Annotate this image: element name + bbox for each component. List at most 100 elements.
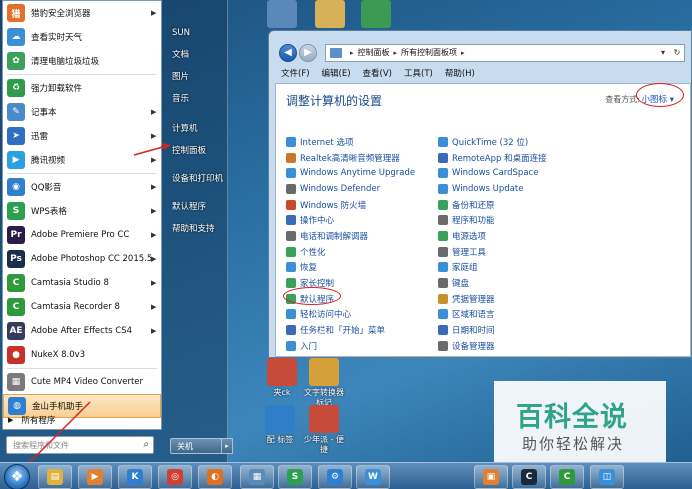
start-menu-link[interactable]: 设备和打印机: [168, 168, 226, 190]
folder-icon: [315, 0, 345, 28]
shutdown-options-icon[interactable]: ▸: [221, 438, 233, 454]
menu-edit[interactable]: 编辑(E): [322, 67, 351, 79]
start-menu-link[interactable]: 控制面板: [168, 140, 226, 162]
menu-help[interactable]: 帮助(H): [445, 67, 475, 79]
taskbar-button[interactable]: ▶: [78, 465, 112, 489]
taskbar-button[interactable]: C: [550, 465, 584, 489]
control-panel-item[interactable]: 凭据管理器: [438, 291, 547, 307]
desktop-icon[interactable]: [352, 0, 400, 30]
control-panel-item[interactable]: Windows CardSpace: [438, 165, 547, 181]
control-panel-item[interactable]: 电话和调制解调器: [286, 228, 415, 244]
taskbar: ❖ ▤ ▶ K ◎ ◐ ▦ S ⚙ W ▣ C C ◫: [0, 462, 692, 489]
taskbar-button[interactable]: ◫: [590, 465, 624, 489]
start-menu-item[interactable]: ▶ 腾讯视频 ▶: [3, 148, 161, 172]
refresh-icon[interactable]: ↻: [670, 48, 684, 57]
notepad-icon: ▦: [249, 469, 265, 485]
breadcrumb-all-items[interactable]: 所有控制面板项: [401, 47, 457, 58]
control-panel-item[interactable]: 日期和时间: [438, 322, 547, 338]
start-menu-link[interactable]: 默认程序: [168, 196, 226, 218]
control-panel-item-icon: [438, 152, 448, 163]
taskbar-button[interactable]: S: [278, 465, 312, 489]
annotation-ellipse-view-by: [636, 83, 684, 107]
start-menu-item[interactable]: C Camtasia Studio 8 ▶: [3, 271, 161, 295]
control-panel-item[interactable]: 设备管理器: [438, 338, 547, 354]
start-menu-link[interactable]: 音乐: [168, 88, 226, 110]
control-panel-item-label: Windows 防火墙: [300, 200, 367, 211]
control-panel-item[interactable]: 备份和还原: [438, 197, 547, 213]
taskbar-button[interactable]: K: [118, 465, 152, 489]
menu-tools[interactable]: 工具(T): [404, 67, 433, 79]
desktop-icon[interactable]: 少年派 - 便 捷: [300, 405, 348, 455]
control-panel-item[interactable]: Windows Anytime Upgrade: [286, 165, 415, 181]
desktop-icon[interactable]: [258, 0, 306, 30]
desktop-icon[interactable]: 夹ck: [258, 358, 306, 398]
control-panel-item[interactable]: 恢复: [286, 260, 415, 276]
taskbar-button[interactable]: ▤: [38, 465, 72, 489]
menu-bar: 文件(F) 编辑(E) 查看(V) 工具(T) 帮助(H): [269, 64, 691, 82]
control-panel-item[interactable]: 入门: [286, 338, 415, 354]
control-panel-item[interactable]: 轻松访问中心: [286, 307, 415, 323]
start-menu-item-label: NukeX 8.0v3: [31, 350, 86, 360]
start-menu-item[interactable]: ▦ Cute MP4 Video Converter: [3, 370, 161, 394]
control-panel-item[interactable]: 键盘: [438, 275, 547, 291]
control-panel-item[interactable]: RemoteApp 和桌面连接: [438, 150, 547, 166]
start-menu-item[interactable]: Ps Adobe Photoshop CC 2015.5 ▶: [3, 247, 161, 271]
after-effects-icon: AE: [7, 322, 25, 340]
control-panel-item[interactable]: 家庭组: [438, 260, 547, 276]
taskbar-button[interactable]: W: [356, 465, 390, 489]
address-dropdown-icon[interactable]: ▾: [656, 48, 670, 57]
start-menu-item[interactable]: 猎猎豹安全浏览器 ▶: [3, 1, 161, 25]
control-panel-item[interactable]: Internet 选项: [286, 134, 415, 150]
start-menu-link[interactable]: 图片: [168, 66, 226, 88]
start-menu-link[interactable]: 计算机: [168, 118, 226, 140]
address-row: ◀ ▶ ▸ 控制面板 ▸ 所有控制面板项 ▸ ▾ ↻: [269, 31, 691, 67]
start-search-input[interactable]: 搜索程序和文件 ⌕: [6, 436, 154, 454]
taskbar-button[interactable]: ◐: [198, 465, 232, 489]
start-menu-link[interactable]: 文档: [168, 44, 226, 66]
start-menu-item[interactable]: ☁ 查看实时天气: [3, 25, 161, 49]
start-menu-item[interactable]: ♻ 强力卸载软件: [3, 76, 161, 100]
menu-view[interactable]: 查看(V): [363, 67, 392, 79]
control-panel-item[interactable]: 任务栏和「开始」菜单: [286, 322, 415, 338]
control-panel-item[interactable]: Windows Update: [438, 181, 547, 197]
forward-button[interactable]: ▶: [299, 43, 317, 62]
start-menu-item[interactable]: S WPS表格 ▶: [3, 199, 161, 223]
control-panel-item[interactable]: 区域和语言: [438, 307, 547, 323]
control-panel-item[interactable]: QuickTime (32 位): [438, 134, 547, 150]
start-menu-link[interactable]: 帮助和支持: [168, 218, 226, 240]
breadcrumb-control-panel[interactable]: 控制面板: [358, 47, 390, 58]
control-panel-item[interactable]: Realtek高清晰音频管理器: [286, 150, 415, 166]
back-button[interactable]: ◀: [279, 43, 297, 62]
start-menu-item[interactable]: ✿ 清理电脑垃圾垃圾: [3, 49, 161, 73]
start-menu-item[interactable]: AE Adobe After Effects CS4 ▶: [3, 319, 161, 343]
control-panel-item[interactable]: 电源选项: [438, 228, 547, 244]
start-button[interactable]: ❖: [4, 464, 30, 489]
taskbar-button[interactable]: C: [512, 465, 546, 489]
start-menu-item[interactable]: ◉ QQ影音 ▶: [3, 175, 161, 199]
shutdown-button[interactable]: 关机 ▸: [170, 438, 233, 454]
desktop-icon[interactable]: 配 标签: [256, 405, 304, 445]
control-panel-item[interactable]: 个性化: [286, 244, 415, 260]
start-menu-item[interactable]: ✎ 记事本 ▶: [3, 100, 161, 124]
all-programs-button[interactable]: ▶ 所有程序: [2, 411, 160, 429]
start-menu-item[interactable]: ➤ 迅雷 ▶: [3, 124, 161, 148]
desktop-icon[interactable]: 文字转换器 标记: [300, 358, 348, 408]
taskbar-button[interactable]: ⚙: [318, 465, 352, 489]
control-panel-item[interactable]: Windows Defender: [286, 181, 415, 197]
start-menu-item[interactable]: ● NukeX 8.0v3: [3, 343, 161, 367]
control-panel-item[interactable]: 程序和功能: [438, 212, 547, 228]
control-panel-item[interactable]: 管理工具: [438, 244, 547, 260]
taskbar-button[interactable]: ▣: [474, 465, 508, 489]
taskbar-button[interactable]: ◎: [158, 465, 192, 489]
menu-file[interactable]: 文件(F): [281, 67, 310, 79]
desktop-icon-label: 少年派 - 便 捷: [304, 435, 344, 454]
control-panel-item[interactable]: Windows 防火墙: [286, 197, 415, 213]
address-bar[interactable]: ▸ 控制面板 ▸ 所有控制面板项 ▸ ▾ ↻: [325, 43, 685, 62]
start-menu-link[interactable]: SUN: [168, 22, 226, 44]
taskbar-button[interactable]: ▦: [240, 465, 274, 489]
start-menu-item[interactable]: C Camtasia Recorder 8 ▶: [3, 295, 161, 319]
start-menu-item[interactable]: Pr Adobe Premiere Pro CC ▶: [3, 223, 161, 247]
control-panel-item-label: 电源选项: [452, 231, 487, 242]
control-panel-item[interactable]: 操作中心: [286, 212, 415, 228]
desktop-icon[interactable]: [306, 0, 354, 30]
